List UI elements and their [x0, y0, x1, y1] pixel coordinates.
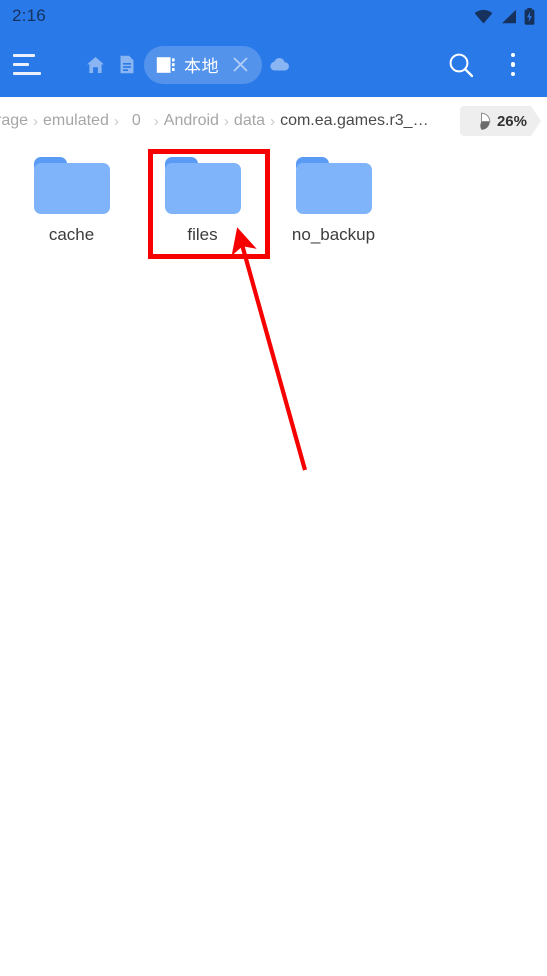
- status-bar: 2:16: [0, 0, 547, 32]
- app-toolbar: 本地: [0, 32, 547, 97]
- hamburger-menu-icon: [13, 54, 41, 75]
- tab-home-button[interactable]: [80, 46, 110, 84]
- signal-icon: [502, 9, 516, 23]
- status-time: 2:16: [12, 6, 46, 25]
- folder-icon: [295, 157, 372, 214]
- cloud-icon: [269, 58, 289, 71]
- tab-strip: 本地: [54, 45, 437, 84]
- breadcrumb-separator: ›: [33, 112, 39, 130]
- folder-label: cache: [48, 225, 95, 244]
- folder-icon: [33, 157, 110, 214]
- sdcard-icon: [156, 56, 175, 73]
- home-icon: [86, 56, 104, 73]
- tab-local-storage[interactable]: 本地: [144, 45, 262, 84]
- status-icons: [474, 7, 535, 25]
- breadcrumb-separator: ›: [153, 112, 159, 130]
- folder-label: files: [187, 225, 218, 244]
- battery-charging-icon: [524, 7, 535, 25]
- search-icon: [449, 53, 474, 77]
- breadcrumb-crumb-2[interactable]: 0: [122, 112, 151, 130]
- close-icon: [232, 57, 248, 72]
- breadcrumb-separator: ›: [270, 112, 276, 130]
- folder-label: no_backup: [291, 225, 376, 244]
- storage-usage-percent: 26%: [496, 112, 527, 130]
- breadcrumb-crumb-0[interactable]: rage: [0, 112, 30, 130]
- hamburger-menu-button[interactable]: [0, 32, 54, 97]
- breadcrumb-separator: ›: [223, 112, 229, 130]
- tab-close-button[interactable]: [226, 51, 254, 79]
- storage-usage-badge[interactable]: 26%: [460, 106, 541, 136]
- breadcrumb-crumb-1[interactable]: emulated: [41, 112, 111, 130]
- document-icon: [120, 55, 134, 74]
- folder-icon: [164, 157, 241, 214]
- breadcrumb: rage › emulated › 0 › Android › data › c…: [0, 112, 460, 130]
- breadcrumb-crumb-3[interactable]: Android: [162, 112, 221, 130]
- breadcrumb-bar: rage › emulated › 0 › Android › data › c…: [0, 97, 547, 145]
- tab-documents-button[interactable]: [112, 46, 142, 84]
- pie-chart-icon: [472, 112, 491, 131]
- toolbar-actions: [437, 37, 547, 93]
- file-manager-screen: 2:16 本地 age › emulated › 0 › Android › d…: [0, 0, 547, 976]
- folder-item-files[interactable]: files: [137, 145, 268, 245]
- breadcrumb-separator: ›: [113, 112, 119, 130]
- overflow-menu-button[interactable]: [489, 37, 537, 93]
- tab-cloud-button[interactable]: [264, 46, 294, 84]
- search-button[interactable]: [437, 37, 485, 93]
- breadcrumb-crumb-current[interactable]: com.ea.games.r3_…: [278, 112, 431, 130]
- breadcrumb-crumb-4[interactable]: data: [232, 112, 267, 130]
- file-grid: cache files no_backup: [0, 145, 547, 245]
- wifi-icon: [474, 9, 493, 23]
- more-vertical-icon: [510, 52, 516, 77]
- tab-local-storage-label: 本地: [184, 57, 219, 76]
- folder-item-no_backup[interactable]: no_backup: [268, 145, 399, 245]
- folder-item-cache[interactable]: cache: [6, 145, 137, 245]
